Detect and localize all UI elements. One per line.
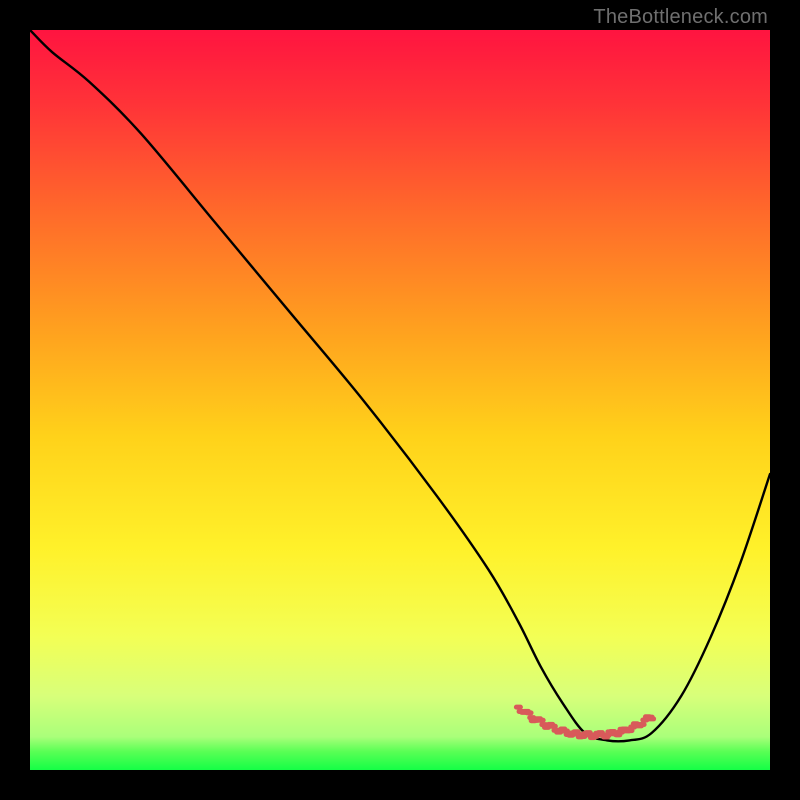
optimal-band-dot (647, 716, 656, 721)
bottleneck-chart (30, 30, 770, 770)
optimal-band-dot (537, 718, 546, 723)
gradient-background (30, 30, 770, 770)
optimal-band-dot (525, 710, 534, 715)
optimal-band-dot (638, 722, 647, 727)
chart-frame (30, 30, 770, 770)
optimal-band-dot (514, 705, 523, 710)
watermark-text: TheBottleneck.com (593, 6, 768, 29)
